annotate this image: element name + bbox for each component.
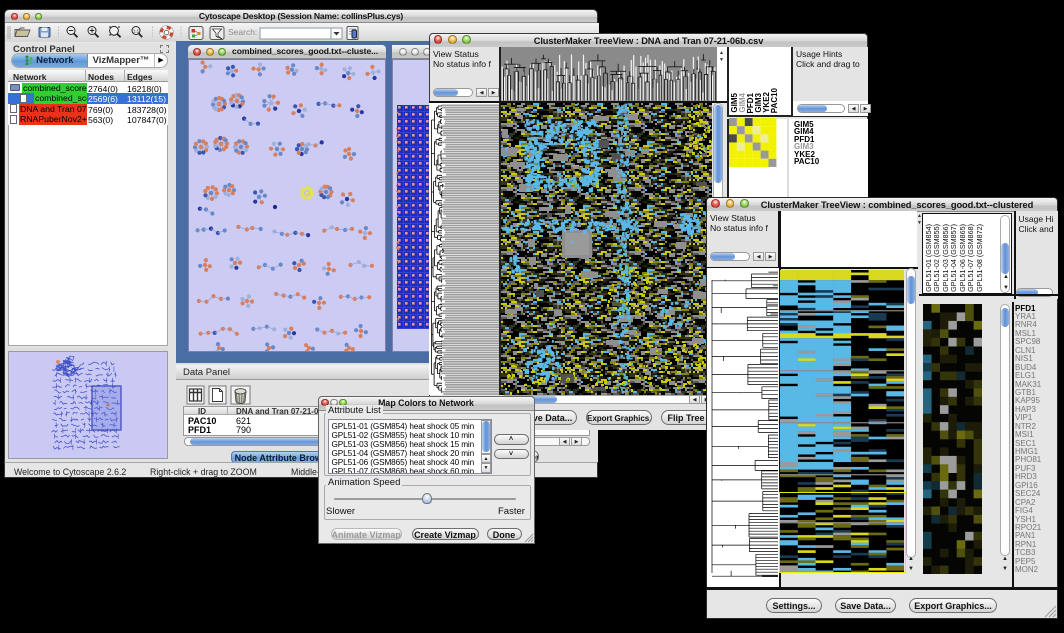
svg-text:Search:: Search:: [228, 27, 257, 37]
svg-text:1:1: 1:1: [133, 29, 140, 34]
